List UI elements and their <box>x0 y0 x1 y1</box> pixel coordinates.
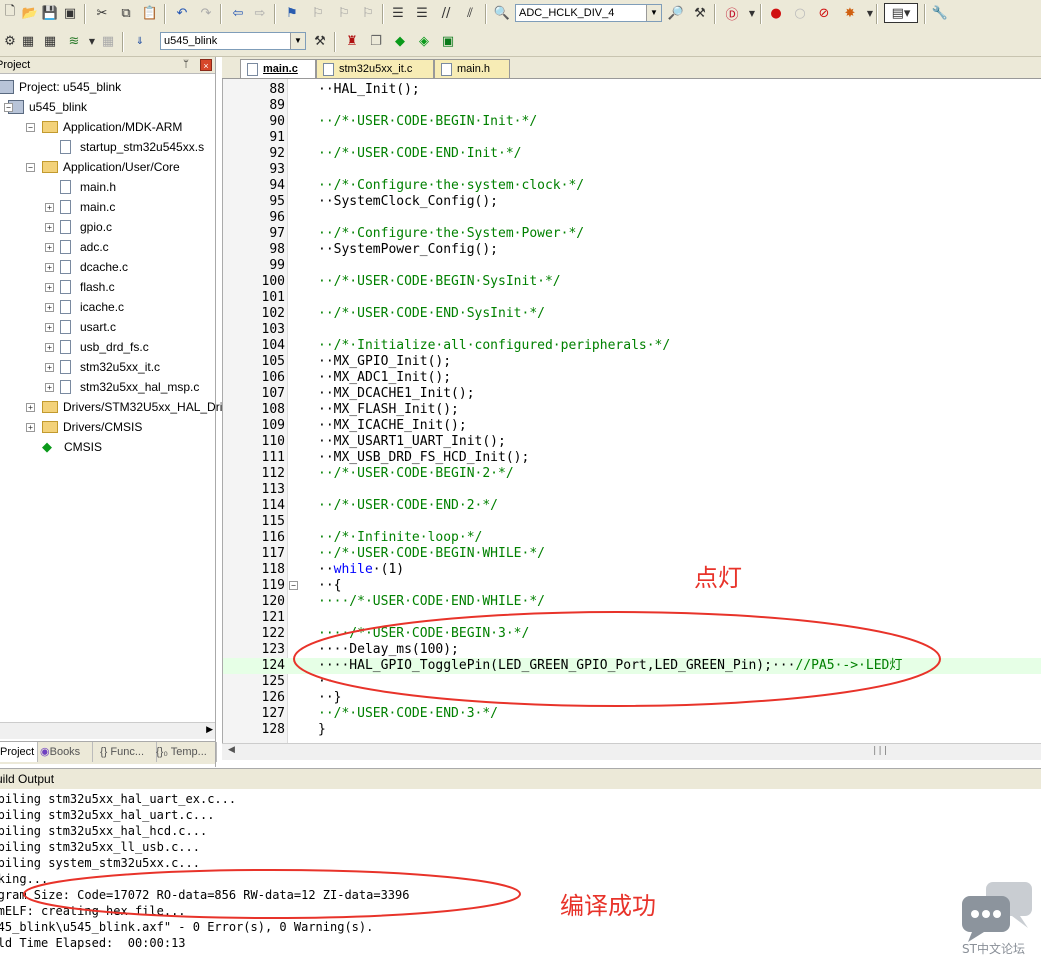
annotation-ellipse-led-code <box>293 611 941 707</box>
annotation-led-label: 点灯 <box>694 564 742 592</box>
annotation-ellipse-program-size <box>23 869 521 919</box>
annotation-overlay <box>23 611 941 919</box>
forum-watermark-text: ST中文论坛 <box>962 942 1025 956</box>
annotation-build-label: 编译成功 <box>560 892 656 920</box>
